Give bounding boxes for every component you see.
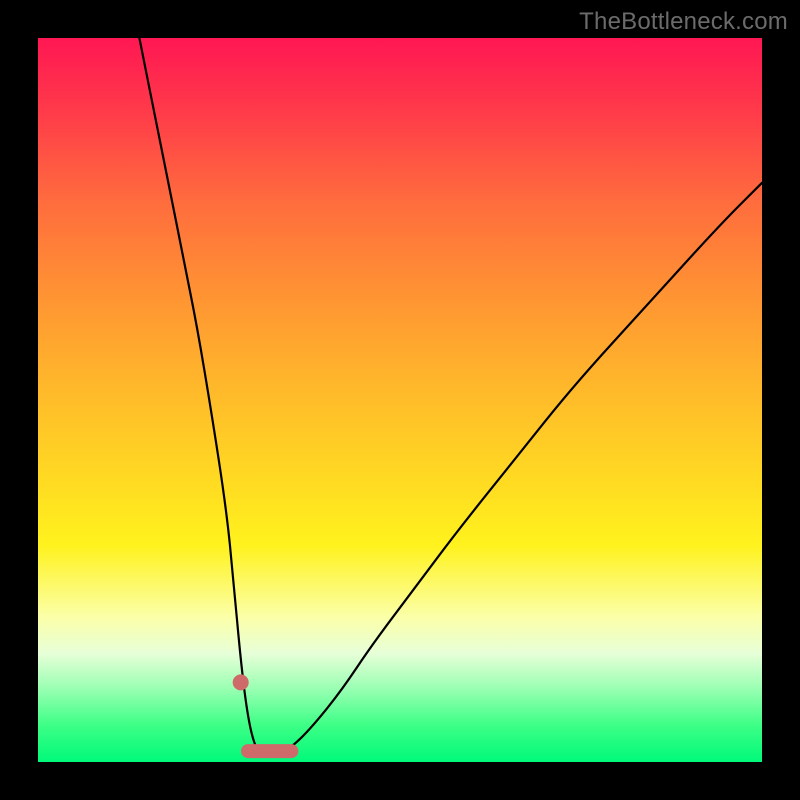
marker-dot	[233, 674, 249, 690]
chart-svg	[38, 38, 762, 762]
plot-area	[38, 38, 762, 762]
watermark-text: TheBottleneck.com	[579, 8, 788, 36]
chart-frame: TheBottleneck.com	[0, 0, 800, 800]
bottleneck-curve	[139, 38, 762, 755]
